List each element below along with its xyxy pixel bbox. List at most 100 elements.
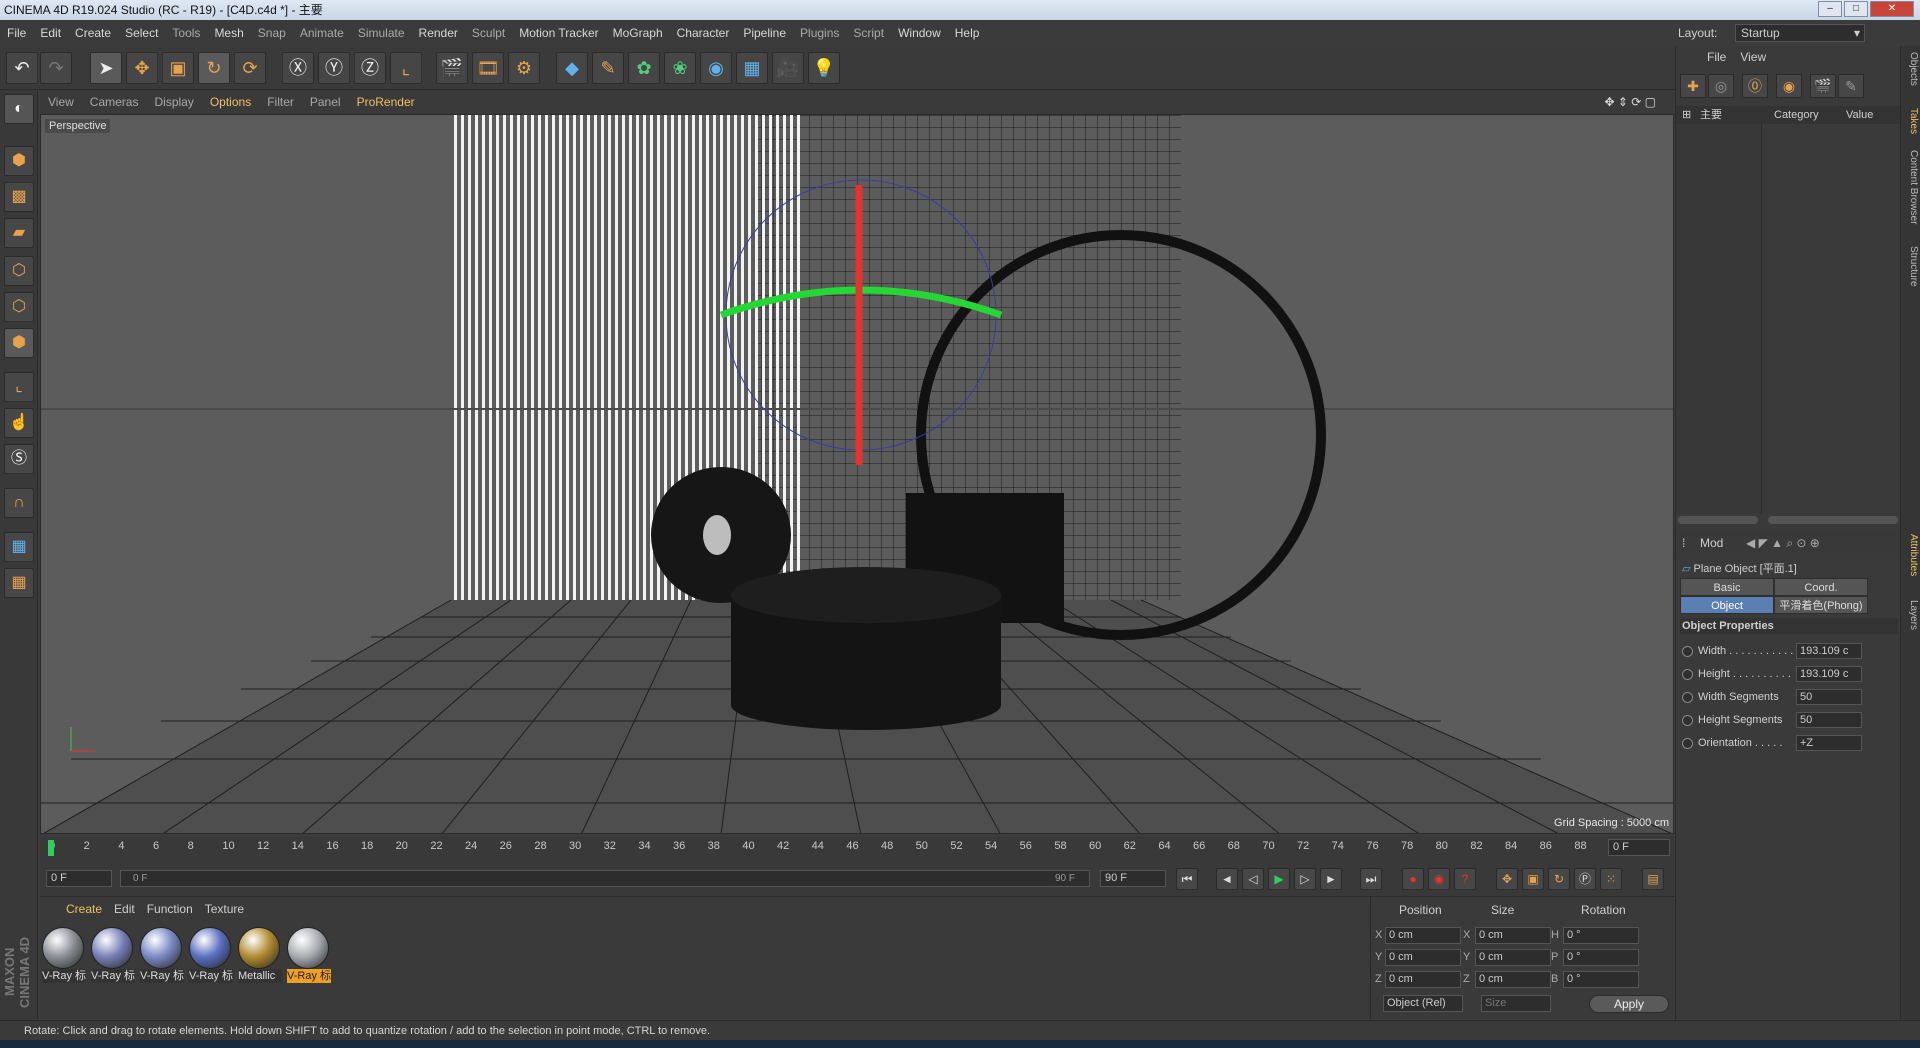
animate-radio-icon[interactable] [1682, 715, 1693, 726]
tab-object[interactable]: Object [1680, 596, 1774, 614]
material-item[interactable]: Metallic [238, 927, 282, 987]
points-mode-icon[interactable]: ⬡ [4, 256, 34, 286]
material-item[interactable]: V-Ray 标 [91, 927, 135, 987]
polygons-mode-icon[interactable]: ⬢ [4, 328, 34, 358]
mat-menu-function[interactable]: Function [141, 897, 199, 921]
mat-menu-edit[interactable]: Edit [108, 897, 141, 921]
play-icon[interactable]: ▶ [1268, 868, 1290, 890]
menu-snap[interactable]: Snap [251, 20, 293, 46]
frame-range-slider[interactable]: 0 F 90 F [120, 870, 1090, 887]
coord-rotation-field[interactable]: 0 ° [1563, 971, 1639, 988]
timeline-ruler[interactable]: 0246810121416182022242628303234363840424… [40, 836, 1674, 860]
key-rotation-icon[interactable]: ↻ [1548, 868, 1570, 890]
coord-mode-dropdown[interactable]: Object (Rel) [1383, 995, 1463, 1012]
menu-create[interactable]: Create [68, 20, 118, 46]
menu-motion-tracker[interactable]: Motion Tracker [512, 20, 605, 46]
scale-icon[interactable]: ▣ [162, 52, 194, 84]
perspective-viewport[interactable]: Perspective Grid Spacing : 5000 cm [40, 114, 1674, 834]
take-settings-icon[interactable]: ✎ [1838, 74, 1864, 98]
camera-icon[interactable]: 🎥 [772, 52, 804, 84]
menu-sculpt[interactable]: Sculpt [465, 20, 512, 46]
planar-workplane-icon[interactable]: ▦ [4, 568, 34, 598]
take-override-icon[interactable]: ◎ [1708, 74, 1734, 98]
select-arrow-icon[interactable]: ➤ [90, 52, 122, 84]
side-tab-content-browser[interactable]: Content Browser [1903, 150, 1919, 224]
key-pla-icon[interactable]: ⁙ [1600, 868, 1622, 890]
menu-file[interactable]: File [0, 20, 33, 46]
menu-script[interactable]: Script [846, 20, 891, 46]
key-position-icon[interactable]: ✥ [1496, 868, 1518, 890]
coord-size-field[interactable]: 0 cm [1475, 927, 1551, 944]
menu-animate[interactable]: Animate [293, 20, 351, 46]
z-axis-icon[interactable]: Ⓩ [354, 52, 386, 84]
material-item[interactable]: V-Ray 标 [287, 927, 331, 987]
coord-position-field[interactable]: 0 cm [1385, 971, 1461, 988]
close-button[interactable]: ✕ [1870, 1, 1914, 17]
light-icon[interactable]: 💡 [808, 52, 840, 84]
menu-plugins[interactable]: Plugins [793, 20, 846, 46]
menu-pipeline[interactable]: Pipeline [736, 20, 793, 46]
current-frame-field[interactable]: 0 F [1608, 839, 1670, 856]
attr-nav-icons[interactable]: ◀ ◤ ▲ ⌕ ⊙ ⊕ [1746, 532, 1820, 554]
side-tab-attributes[interactable]: Attributes [1903, 534, 1919, 576]
tab-phong[interactable]: 平滑着色(Phong) [1774, 596, 1868, 614]
vp-menu-cameras[interactable]: Cameras [82, 90, 147, 114]
attr-mode-menu[interactable]: Mod [1700, 532, 1723, 554]
render-take-icon[interactable]: 🎬 [1810, 74, 1836, 98]
previous-key-icon[interactable]: ◄ [1216, 868, 1238, 890]
axis-mode-icon[interactable]: ⌞ [4, 372, 34, 402]
coord-rotation-field[interactable]: 0 ° [1563, 927, 1639, 944]
coord-position-field[interactable]: 0 cm [1385, 949, 1461, 966]
coord-size-field[interactable]: 0 cm [1475, 949, 1551, 966]
record-keys-icon[interactable]: ● [1402, 868, 1424, 890]
vp-menu-filter[interactable]: Filter [259, 90, 302, 114]
magnet-icon[interactable]: ∩ [4, 488, 34, 518]
menu-character[interactable]: Character [670, 20, 737, 46]
vp-menu-panel[interactable]: Panel [302, 90, 349, 114]
tab-basic[interactable]: Basic [1680, 578, 1774, 596]
rotate-icon[interactable]: ↻ [198, 52, 230, 84]
timeline-window-icon[interactable]: ▤ [1642, 868, 1664, 890]
move-icon[interactable]: ✥ [126, 52, 158, 84]
menu-render[interactable]: Render [412, 20, 465, 46]
side-tab-objects[interactable]: Objects [1903, 52, 1919, 86]
previous-frame-icon[interactable]: ◁ [1242, 868, 1264, 890]
attr-property-value[interactable]: +Z [1796, 735, 1862, 751]
workplane-icon[interactable]: ▰ [4, 218, 34, 248]
undo-icon[interactable]: ↶ [6, 52, 38, 84]
maximize-button[interactable]: □ [1844, 1, 1868, 17]
material-item[interactable]: V-Ray 标 [140, 927, 184, 987]
edges-mode-icon[interactable]: ⬡ [4, 292, 34, 322]
render-view-icon[interactable]: 🎬 [436, 52, 468, 84]
animate-radio-icon[interactable] [1682, 646, 1693, 657]
workplane-lock-icon[interactable]: ▦ [4, 532, 34, 562]
go-to-end-icon[interactable]: ⏭ [1360, 868, 1382, 890]
attr-property-value[interactable]: 193.109 c [1796, 643, 1862, 659]
takes-scrollbar[interactable] [1678, 516, 1758, 524]
menu-window[interactable]: Window [891, 20, 948, 46]
material-item[interactable]: V-Ray 标 [189, 927, 233, 987]
texture-mode-icon[interactable]: ▩ [4, 182, 34, 212]
menu-select[interactable]: Select [118, 20, 165, 46]
vp-menu-options[interactable]: Options [202, 90, 259, 114]
coordinate-system-icon[interactable]: ⌞ [390, 52, 422, 84]
cube-icon[interactable]: ◆ [556, 52, 588, 84]
attr-property-value[interactable]: 50 [1796, 712, 1862, 728]
side-tab-takes[interactable]: Takes [1903, 108, 1919, 134]
redo-icon[interactable]: ↷ [40, 52, 72, 84]
layout-dropdown[interactable]: Startup ▾ [1735, 24, 1865, 42]
auto-take-icon[interactable]: ⓪ [1742, 74, 1768, 98]
playhead-marker[interactable] [48, 840, 54, 856]
animate-radio-icon[interactable] [1682, 692, 1693, 703]
lock-overrides-icon[interactable]: ◉ [1776, 74, 1802, 98]
coord-position-field[interactable]: 0 cm [1385, 927, 1461, 944]
menu-edit[interactable]: Edit [33, 20, 68, 46]
snap-icon[interactable]: Ⓢ [4, 444, 34, 474]
values-scrollbar[interactable] [1768, 516, 1898, 524]
material-item[interactable]: V-Ray 标 [42, 927, 86, 987]
coord-rotation-field[interactable]: 0 ° [1563, 949, 1639, 966]
viewport-nav-icons[interactable]: ✥ ⇕ ⟳ ▢ [1596, 90, 1664, 114]
cloner-icon[interactable]: ❀ [664, 52, 696, 84]
apply-button[interactable]: Apply [1589, 995, 1669, 1013]
autokey-icon[interactable]: ◉ [1428, 868, 1450, 890]
